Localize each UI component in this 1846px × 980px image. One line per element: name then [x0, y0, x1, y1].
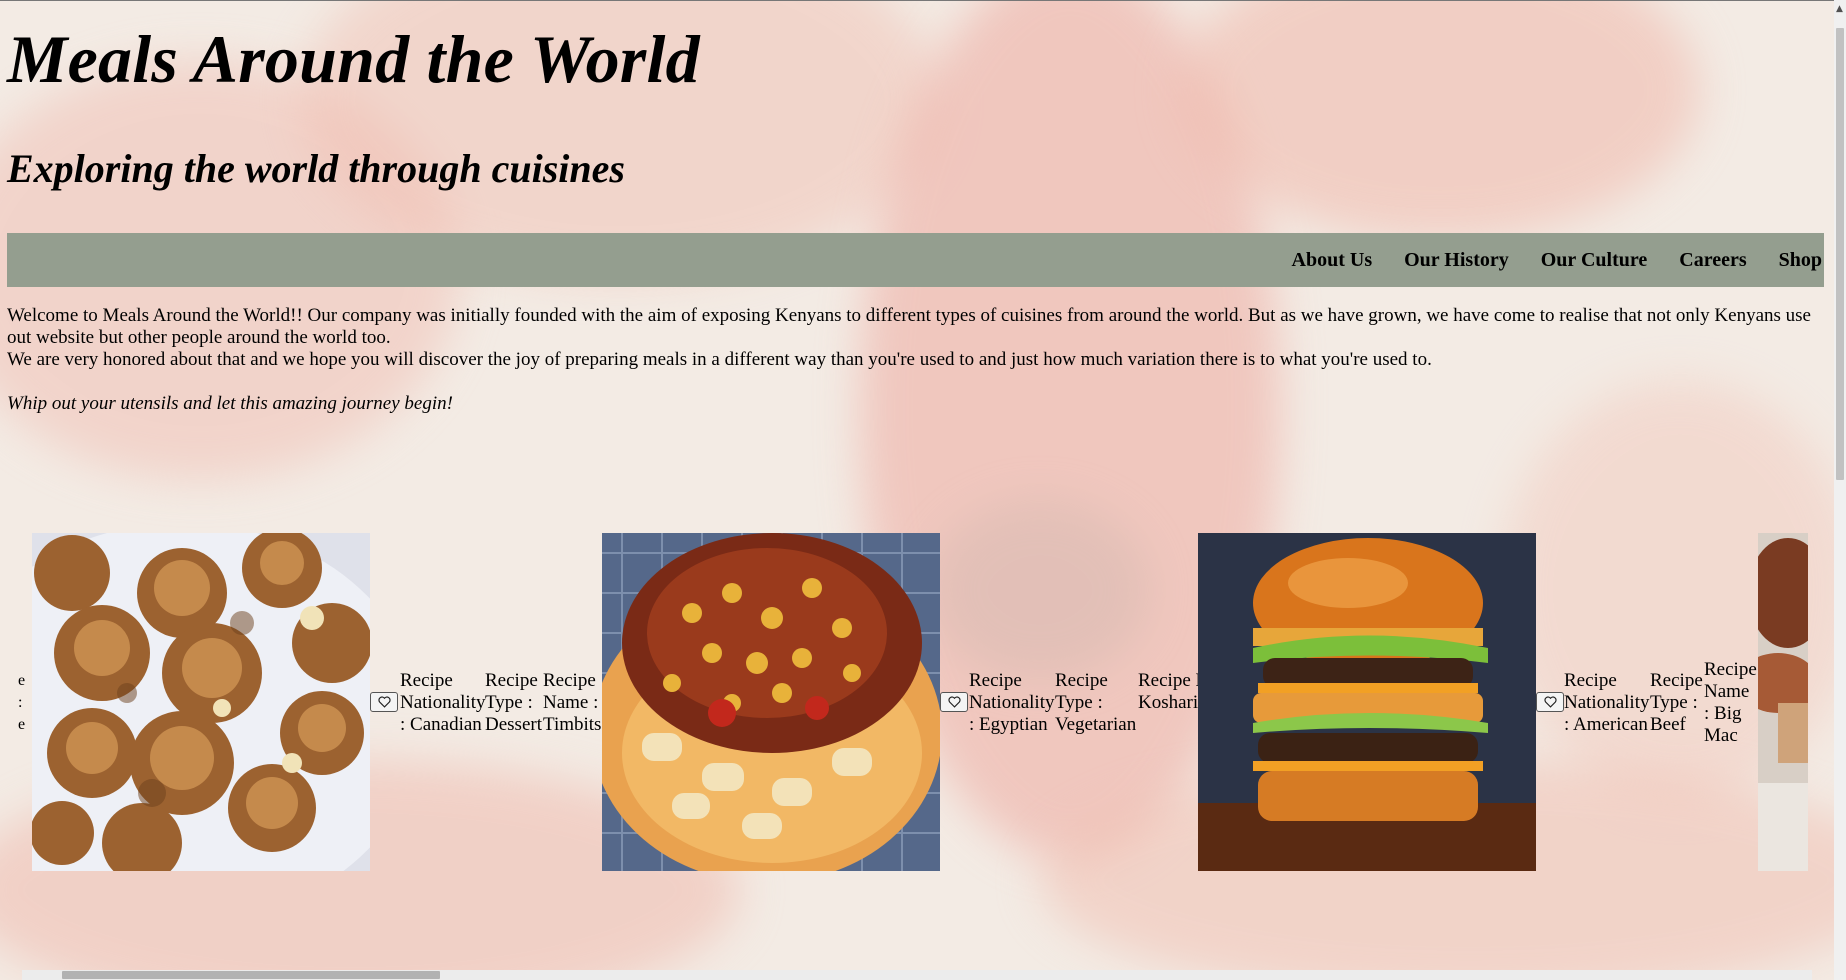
recipe-name: Recipe Name : Timbits: [543, 670, 603, 736]
partial-text-2: :: [18, 694, 23, 711]
recipe-name-label: Recipe Name: [1704, 659, 1757, 702]
recipe-nationality-label: Recipe Nationality: [1564, 670, 1650, 713]
vertical-scrollbar[interactable]: ▲: [1834, 0, 1846, 980]
favorite-button[interactable]: [940, 692, 968, 712]
nav-our-culture[interactable]: Our Culture: [1541, 248, 1648, 272]
scroll-up-arrow-icon[interactable]: ▲: [1836, 4, 1843, 14]
recipe-nationality-value: : Egyptian: [969, 714, 1048, 735]
big-mac-photo: [1198, 533, 1536, 871]
nav-careers[interactable]: Careers: [1679, 248, 1746, 272]
intro-tagline: Whip out your utensils and let this amaz…: [7, 393, 453, 414]
recipe-type: Recipe Type : Beef: [1650, 670, 1705, 736]
horizontal-scrollbar[interactable]: [22, 970, 1812, 980]
window-top-border: [0, 0, 1834, 1]
favorite-button[interactable]: [370, 692, 398, 712]
recipe-nationality-value: : Canadian: [400, 714, 482, 735]
nav-about-us[interactable]: About Us: [1292, 248, 1373, 272]
recipe-type: Recipe Type : Dessert: [485, 670, 543, 736]
recipe-name: Recipe Name : Big Mac: [1704, 659, 1758, 747]
next-recipe-photo: [1758, 533, 1808, 871]
koshari-photo: [602, 533, 940, 871]
recipe-nationality-label: Recipe Nationality: [969, 670, 1055, 713]
heart-icon: [947, 696, 961, 708]
recipe-nationality: Recipe Nationality : Egyptian: [969, 670, 1055, 736]
page-title: Meals Around the World: [7, 21, 700, 97]
recipe-name-value: Timbits: [543, 714, 602, 735]
intro-paragraph-2: We are very honored about that and we ho…: [7, 349, 1432, 370]
horizontal-scrollbar-thumb[interactable]: [62, 971, 440, 979]
intro-section: Welcome to Meals Around the World!! Our …: [7, 305, 1822, 415]
recipe-type-label: Recipe Type :: [1650, 670, 1703, 713]
main-navigation: About Us Our History Our Culture Careers…: [7, 233, 1824, 287]
recipe-nationality-value: : American: [1564, 714, 1648, 735]
partial-recipe-info: e : e: [18, 670, 30, 736]
page-subtitle: Exploring the world through cuisines: [7, 146, 625, 191]
recipe-name-value: : Big Mac: [1704, 703, 1742, 746]
recipe-name-value: Koshari: [1138, 692, 1198, 713]
recipe-name-label: Recipe Name :: [1138, 670, 1198, 691]
intro-paragraph-1: Welcome to Meals Around the World!! Our …: [7, 305, 1811, 348]
recipe-type-value: Beef: [1650, 714, 1686, 735]
recipe-type-value: Dessert: [485, 714, 542, 735]
vertical-scrollbar-thumb[interactable]: [1836, 28, 1844, 480]
recipe-nationality-label: Recipe Nationality: [400, 670, 486, 713]
timbits-photo: [32, 533, 370, 871]
partial-text-1: e: [18, 672, 26, 689]
page: Meals Around the World Exploring the wor…: [0, 0, 1834, 980]
heart-icon: [1543, 696, 1557, 708]
partial-text-3: e: [18, 716, 26, 733]
recipe-nationality: Recipe Nationality : Canadian: [400, 670, 486, 736]
recipe-carousel: e : e Recipe Nationality: Canadian Reci…: [0, 533, 1834, 871]
recipe-type: Recipe Type : Vegetarian: [1055, 670, 1137, 736]
favorite-button[interactable]: [1536, 692, 1564, 712]
heart-icon: [377, 696, 391, 708]
recipe-name-label: Recipe Name :: [543, 670, 599, 713]
recipe-type-label: Recipe Type :: [485, 670, 538, 713]
nav-shop[interactable]: Shop: [1779, 248, 1822, 272]
recipe-name: Recipe Name : Koshari: [1138, 670, 1198, 714]
recipe-type-value: Vegetarian: [1055, 714, 1137, 735]
recipe-type-label: Recipe Type :: [1055, 670, 1108, 713]
recipe-nationality: Recipe Nationality : American: [1564, 670, 1650, 736]
nav-our-history[interactable]: Our History: [1404, 248, 1509, 272]
